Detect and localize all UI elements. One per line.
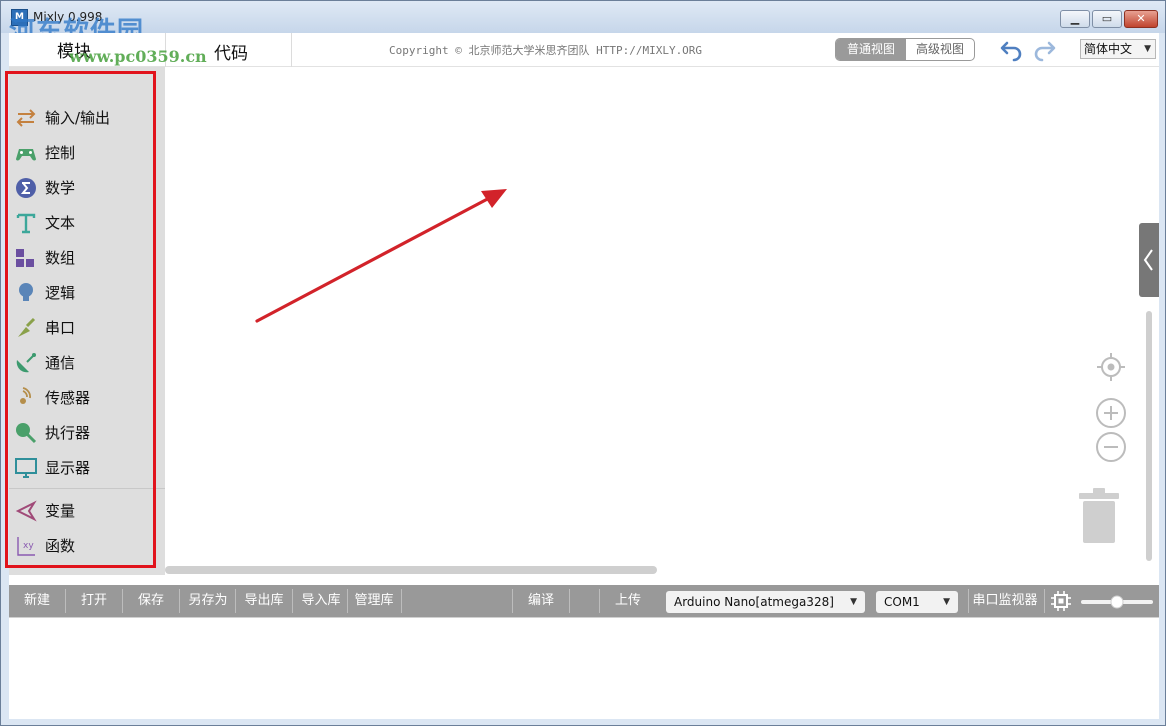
- highlight-annotation: [5, 71, 156, 568]
- language-value: 简体中文: [1084, 42, 1133, 56]
- title-bar: M Mixly 0.998 河东软件园 ▁ ▭ ✕: [1, 1, 1165, 47]
- client-area: 模块 代码 Copyright © 北京师范大学米思齐团队 HTTP://MIX…: [5, 33, 1159, 719]
- view-toggle: 普通视图 高级视图: [835, 38, 975, 61]
- chevron-down-icon: ▼: [850, 597, 857, 607]
- flyout-toggle[interactable]: [1139, 223, 1159, 297]
- action-bar: 新建 打开 保存 另存为 导出库 导入库 管理库 编译 上传 Arduino N…: [9, 585, 1159, 617]
- serial-monitor-button[interactable]: 串口监视器: [969, 585, 1041, 617]
- chevron-down-icon: ▼: [1144, 44, 1151, 54]
- zoom-out-icon[interactable]: [1095, 431, 1127, 463]
- divider: [401, 589, 402, 613]
- manage-lib-button[interactable]: 管理库: [348, 585, 400, 617]
- maximize-button[interactable]: ▭: [1092, 10, 1122, 28]
- vertical-scrollbar[interactable]: [1146, 311, 1152, 561]
- maximize-icon: ▭: [1101, 12, 1113, 25]
- undo-icon[interactable]: [1000, 38, 1024, 62]
- save-as-button[interactable]: 另存为: [180, 585, 236, 617]
- divider: [1044, 589, 1045, 613]
- chevron-left-icon: [1143, 249, 1153, 271]
- open-button[interactable]: 打开: [66, 585, 122, 617]
- zoom-slider[interactable]: [1081, 594, 1153, 609]
- board-select[interactable]: Arduino Nano[atmega328] ▼: [666, 591, 865, 613]
- console-output[interactable]: [9, 617, 1159, 719]
- divider: [569, 589, 570, 613]
- watermark-url: www.pc0359.cn: [69, 47, 207, 66]
- minimize-button[interactable]: ▁: [1060, 10, 1090, 28]
- zoom-in-icon[interactable]: [1095, 397, 1127, 429]
- port-select[interactable]: COM1 ▼: [876, 591, 958, 613]
- new-button[interactable]: 新建: [9, 585, 65, 617]
- advanced-view-button[interactable]: 高级视图: [906, 39, 974, 60]
- language-select[interactable]: 简体中文 ▼: [1080, 39, 1156, 59]
- horizontal-scrollbar[interactable]: [165, 566, 657, 574]
- annotation-arrow: [255, 189, 507, 323]
- trash-icon[interactable]: [1077, 487, 1121, 547]
- board-value: Arduino Nano[atmega328]: [674, 595, 834, 609]
- upload-button[interactable]: 上传: [600, 585, 656, 617]
- close-icon: ✕: [1136, 12, 1146, 25]
- port-value: COM1: [884, 595, 920, 609]
- redo-icon[interactable]: [1032, 38, 1056, 62]
- import-lib-button[interactable]: 导入库: [293, 585, 349, 617]
- export-lib-button[interactable]: 导出库: [236, 585, 292, 617]
- app-window: M Mixly 0.998 河东软件园 ▁ ▭ ✕ 模块 代码 Copyrigh…: [0, 0, 1166, 726]
- compile-button[interactable]: 编译: [513, 585, 569, 617]
- tab-code-label: 代码: [214, 44, 248, 64]
- normal-view-button[interactable]: 普通视图: [836, 39, 906, 60]
- chevron-down-icon: ▼: [943, 597, 950, 607]
- chip-icon[interactable]: [1051, 591, 1071, 611]
- zoom-reset-icon[interactable]: [1095, 351, 1127, 383]
- block-workspace[interactable]: [165, 67, 1159, 575]
- minimize-icon: ▁: [1070, 12, 1080, 25]
- toolbox: 输入/输出 控制 数学 文本 数组 逻辑 串口 通信 传感器 执行器 显示器 变量 xy 函数: [5, 67, 165, 575]
- copyright-text: Copyright © 北京师范大学米思齐团队 HTTP://MIXLY.ORG: [389, 44, 703, 57]
- save-button[interactable]: 保存: [123, 585, 179, 617]
- close-button[interactable]: ✕: [1124, 10, 1158, 28]
